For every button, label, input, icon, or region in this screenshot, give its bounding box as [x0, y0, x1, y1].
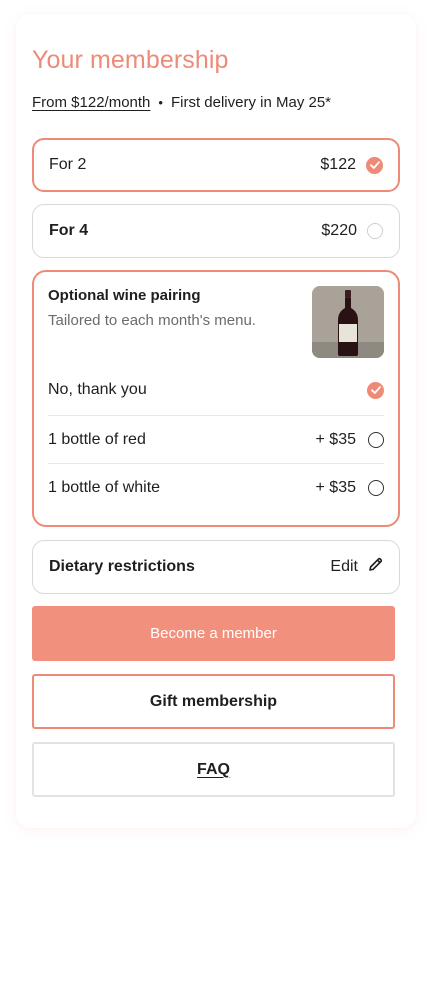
wine-option-label: 1 bottle of white: [48, 479, 161, 496]
dietary-label: Dietary restrictions: [49, 558, 195, 575]
plan-price: $220: [321, 222, 357, 239]
wine-pairing-subtitle: Tailored to each month's menu.: [48, 312, 256, 329]
separator-dot: •: [158, 95, 163, 110]
plan-option-for-2[interactable]: For 2 $122: [32, 138, 400, 192]
edit-button[interactable]: Edit: [330, 557, 383, 577]
become-member-button[interactable]: Become a member: [32, 606, 395, 661]
wine-option-red[interactable]: 1 bottle of red + $35: [48, 416, 384, 464]
plan-label: For 2: [49, 156, 87, 173]
edit-label: Edit: [330, 558, 358, 575]
wine-pairing-title: Optional wine pairing: [48, 287, 201, 304]
page-title: Your membership: [32, 46, 229, 74]
plan-price: $122: [320, 156, 356, 173]
check-icon: [367, 381, 384, 399]
radio-unchecked-icon: [368, 432, 384, 448]
radio-unchecked-icon: [367, 223, 383, 239]
wine-option-none[interactable]: No, thank you: [48, 366, 384, 414]
check-icon: [366, 156, 383, 174]
radio-unchecked-icon: [368, 480, 384, 496]
pencil-icon: [368, 557, 383, 577]
price-from-link[interactable]: From $122/month: [32, 94, 150, 111]
wine-option-white[interactable]: 1 bottle of white + $35: [48, 464, 384, 512]
plan-label: For 4: [49, 222, 89, 239]
gift-membership-button[interactable]: Gift membership: [32, 674, 395, 729]
wine-option-price: + $35: [315, 479, 356, 496]
plan-option-for-4[interactable]: For 4 $220: [32, 204, 400, 258]
membership-summary: From $122/month • First delivery in May …: [32, 94, 331, 111]
wine-option-label: 1 bottle of red: [48, 431, 146, 448]
wine-option-label: No, thank you: [48, 381, 147, 398]
first-delivery-text: First delivery in May 25*: [170, 94, 332, 111]
wine-bottle-image: [312, 286, 384, 358]
wine-option-price: + $35: [315, 431, 356, 448]
dietary-restrictions-row[interactable]: Dietary restrictions Edit: [32, 540, 400, 594]
wine-pairing-section: Optional wine pairing Tailored to each m…: [32, 270, 400, 527]
faq-button[interactable]: FAQ: [32, 742, 395, 797]
